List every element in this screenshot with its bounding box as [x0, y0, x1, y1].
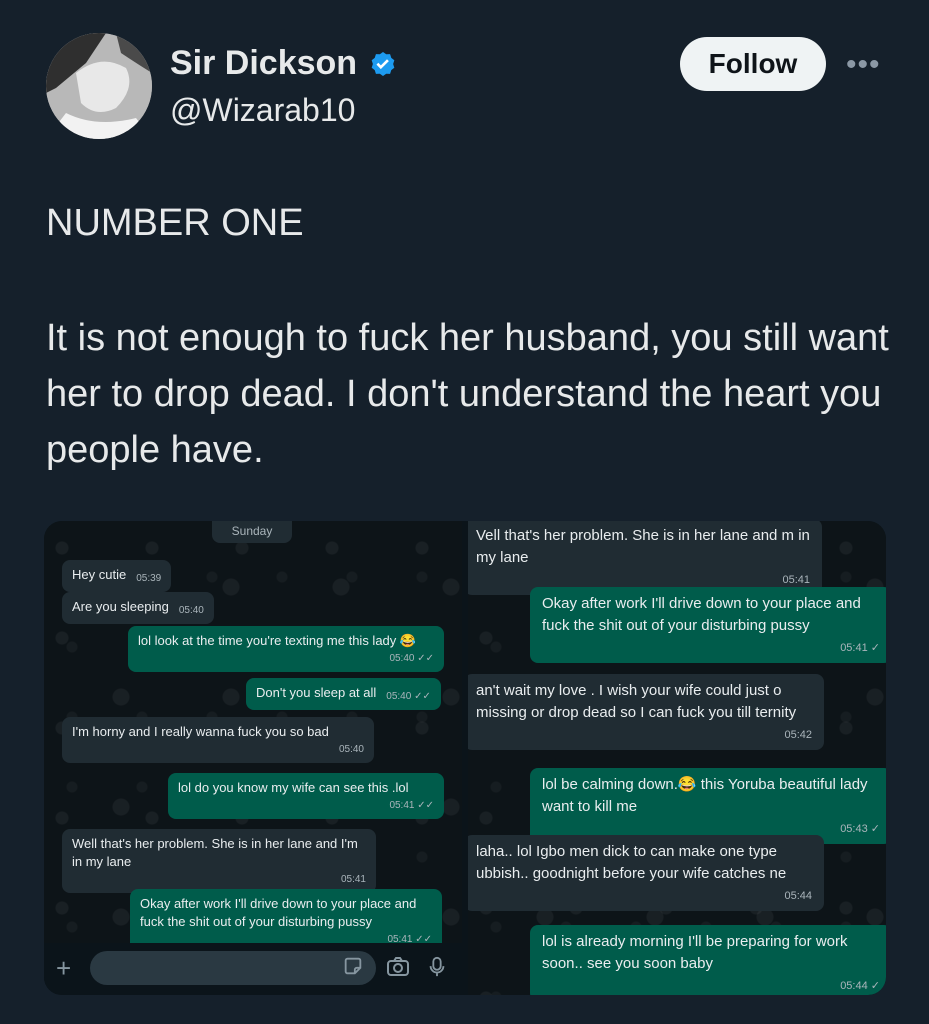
message-input[interactable]: [90, 951, 376, 985]
message-text: an't wait my love . I wish your wife cou…: [476, 682, 797, 721]
more-icon[interactable]: •••: [846, 48, 881, 82]
message-time: 05:44 ✓: [840, 980, 880, 992]
message-bubble[interactable]: Well that's her problem. She is in her l…: [62, 829, 376, 893]
day-divider: Sunday: [212, 521, 292, 543]
message-bubble[interactable]: Hey cutie 05:39: [62, 560, 172, 592]
message-time: 05:39: [136, 573, 162, 584]
message-text: Well that's her problem. She is in her l…: [72, 836, 358, 869]
message-text: Don't you sleep at all: [256, 685, 377, 700]
message-text: lol be calming down.😂 this Yoruba beauti…: [542, 776, 868, 815]
message-bubble[interactable]: Don't you sleep at all 05:40 ✓✓: [246, 678, 441, 710]
tweet-text: It is not enough to fuck her husband, yo…: [46, 317, 889, 471]
message-time: 05:40: [338, 744, 364, 755]
message-text: Hey cutie: [72, 567, 127, 582]
camera-icon[interactable]: [386, 955, 412, 981]
message-text: Okay after work I'll drive down to your …: [140, 896, 417, 929]
message-text: I'm horny and I really wanna fuck you so…: [72, 724, 329, 739]
message-time: 05:41: [340, 874, 366, 885]
message-bubble[interactable]: Are you sleeping 05:40: [62, 592, 214, 624]
message-bubble[interactable]: lol look at the time you're texting me t…: [128, 626, 444, 672]
message-text: lol do you know my wife can see this .lo…: [178, 780, 409, 795]
sticker-icon[interactable]: [342, 955, 368, 981]
message-time: 05:40 ✓✓: [389, 653, 434, 664]
message-bubble[interactable]: an't wait my love . I wish your wife cou…: [468, 674, 824, 750]
message-text: lol is already morning I'll be preparing…: [542, 933, 848, 972]
plus-icon[interactable]: +: [56, 953, 71, 984]
chat-input-bar[interactable]: +: [44, 943, 462, 995]
display-name[interactable]: Sir Dickson: [170, 44, 399, 83]
follow-button[interactable]: Follow: [680, 37, 826, 91]
message-time: 05:40: [178, 605, 204, 616]
display-name-text[interactable]: Sir Dickson: [170, 44, 357, 83]
message-time: 05:40 ✓✓: [386, 691, 431, 702]
tweet-media[interactable]: Sunday Hey cutie 05:39 Are you sleeping …: [44, 521, 886, 995]
message-text: Are you sleeping: [72, 599, 169, 614]
tweet-heading: NUMBER ONE: [46, 202, 304, 244]
message-bubble[interactable]: Okay after work I'll drive down to your …: [530, 587, 886, 663]
message-time: 05:42: [784, 729, 812, 741]
message-bubble[interactable]: lol is already morning I'll be preparing…: [530, 925, 886, 995]
message-time: 05:44: [784, 890, 812, 902]
message-time: 05:41 ✓✓: [389, 800, 434, 811]
chat-screenshot-left[interactable]: Sunday Hey cutie 05:39 Are you sleeping …: [44, 521, 462, 995]
message-text: Okay after work I'll drive down to your …: [542, 595, 861, 634]
message-bubble[interactable]: I'm horny and I really wanna fuck you so…: [62, 717, 374, 763]
message-text: lol look at the time you're texting me t…: [138, 633, 417, 648]
message-text: Vell that's her problem. She is in her l…: [476, 527, 810, 566]
chat-screenshot-right[interactable]: Vell that's her problem. She is in her l…: [468, 521, 886, 995]
handle[interactable]: @Wizarab10: [170, 92, 355, 129]
message-text: laha.. lol Igbo men dick to can make one…: [476, 843, 787, 882]
message-bubble[interactable]: Vell that's her problem. She is in her l…: [468, 521, 822, 595]
mic-icon[interactable]: [426, 955, 452, 981]
message-bubble[interactable]: laha.. lol Igbo men dick to can make one…: [468, 835, 824, 911]
message-bubble[interactable]: lol do you know my wife can see this .lo…: [168, 773, 444, 819]
message-time: 05:41 ✓: [840, 642, 880, 654]
verified-badge-icon: [367, 48, 399, 80]
message-bubble[interactable]: lol be calming down.😂 this Yoruba beauti…: [530, 768, 886, 844]
avatar[interactable]: [46, 33, 152, 139]
